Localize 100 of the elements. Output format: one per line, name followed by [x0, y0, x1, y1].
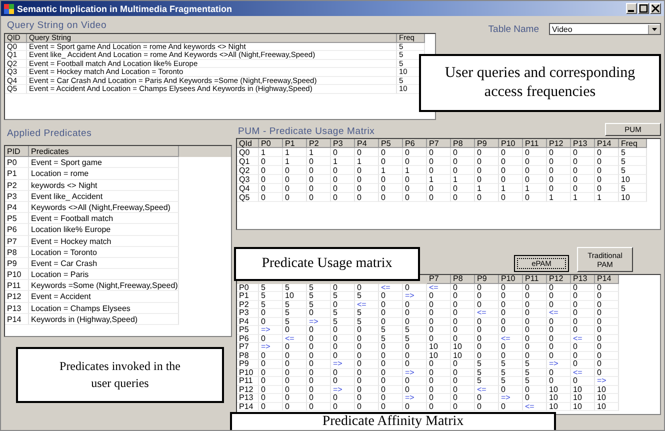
column-header[interactable]: P9 — [475, 139, 499, 148]
table-cell: 0 — [523, 309, 547, 318]
table-cell: keywords <> Night — [29, 180, 179, 191]
column-header[interactable]: P2 — [307, 139, 331, 148]
table-cell: 0 — [595, 148, 619, 157]
table-cell: P9 — [237, 360, 259, 368]
table-cell: 0 — [331, 184, 355, 193]
table-cell: 0 — [547, 334, 571, 343]
column-header[interactable]: P6 — [403, 139, 427, 148]
table-cell: 0 — [475, 334, 499, 343]
table-cell: 0 — [547, 292, 571, 300]
table-cell: 5 — [331, 318, 355, 326]
table-cell: Event like_ Accident — [29, 190, 179, 202]
column-header[interactable]: P5 — [379, 139, 403, 148]
table-cell: P1 — [5, 168, 29, 180]
table-cell: 0 — [571, 175, 595, 184]
column-header[interactable]: P11 — [523, 275, 547, 284]
table-cell: 0 — [571, 326, 595, 334]
arrow-cell: => — [547, 360, 571, 368]
table-cell: 5 — [475, 377, 499, 386]
table-cell: P12 — [237, 386, 259, 394]
table-cell: 10 — [451, 352, 475, 360]
table-cell: 0 — [283, 166, 307, 175]
table-cell: Location like% Europe — [29, 224, 179, 236]
column-header[interactable]: PID — [5, 146, 29, 158]
table-cell: 0 — [451, 386, 475, 394]
table-cell: 0 — [547, 166, 571, 175]
column-header[interactable]: P3 — [331, 139, 355, 148]
table-cell: 1 — [499, 184, 523, 193]
table-cell: P6 — [237, 334, 259, 343]
table-cell: 0 — [595, 300, 619, 309]
table-cell: 5 — [283, 300, 307, 309]
table-cell: Location = rome — [29, 168, 179, 180]
arrow-cell: <= — [427, 284, 451, 292]
table-cell: 0 — [475, 175, 499, 184]
table-cell: 0 — [379, 368, 403, 377]
table-cell: 0 — [403, 157, 427, 166]
table-cell: 0 — [451, 148, 475, 157]
table-cell: 0 — [571, 148, 595, 157]
column-header[interactable]: P11 — [523, 139, 547, 148]
annotation-callout: Predicate Usage matrix — [234, 247, 420, 281]
column-header[interactable]: P1 — [283, 139, 307, 148]
table-cell: Event = Sport game — [29, 157, 179, 168]
table-cell: 0 — [523, 386, 547, 394]
table-cell: 1 — [259, 148, 283, 157]
table-cell: 5 — [283, 309, 307, 318]
column-header[interactable]: Freq — [619, 139, 647, 148]
table-cell: 1 — [571, 193, 595, 202]
close-icon[interactable] — [650, 3, 661, 14]
table-name-dropdown[interactable]: Video — [549, 23, 661, 35]
column-header[interactable]: P14 — [595, 139, 619, 148]
table-cell: 0 — [403, 386, 427, 394]
column-header[interactable]: QId — [237, 139, 259, 148]
table-cell: 5 — [403, 334, 427, 343]
table-cell: P8 — [5, 246, 29, 258]
arrow-cell: <= — [379, 284, 403, 292]
table-cell: 0 — [259, 309, 283, 318]
table-cell: 0 — [427, 334, 451, 343]
column-header[interactable]: P0 — [259, 139, 283, 148]
column-header[interactable]: P4 — [355, 139, 379, 148]
table-cell: 1 — [403, 166, 427, 175]
table-cell: 0 — [595, 343, 619, 352]
column-header[interactable]: P9 — [475, 275, 499, 284]
table-cell: 10 — [595, 386, 619, 394]
table-cell: 5 — [523, 377, 547, 386]
table-cell: 0 — [427, 309, 451, 318]
column-header[interactable]: P8 — [451, 139, 475, 148]
column-header[interactable]: P10 — [499, 275, 523, 284]
column-header[interactable]: P12 — [547, 275, 571, 284]
arrow-cell: => — [595, 377, 619, 386]
table-cell: 5 — [379, 334, 403, 343]
table-cell: 0 — [523, 343, 547, 352]
column-header[interactable]: P7 — [427, 275, 451, 284]
table-cell: Keywords in (Highway,Speed) — [29, 314, 179, 325]
column-header[interactable]: Predicates — [29, 146, 179, 158]
table-cell: Event = Accident — [29, 291, 179, 303]
column-header[interactable]: P8 — [451, 275, 475, 284]
app-icon — [4, 4, 14, 14]
column-header[interactable]: P7 — [427, 139, 451, 148]
arrow-cell: => — [259, 343, 283, 352]
table-cell: 0 — [379, 184, 403, 193]
column-header[interactable]: P13 — [571, 139, 595, 148]
table-cell: 0 — [283, 326, 307, 334]
column-header[interactable]: P10 — [499, 139, 523, 148]
maximize-icon[interactable] — [638, 3, 649, 14]
table-cell: P2 — [237, 300, 259, 309]
table-cell: 0 — [355, 148, 379, 157]
table-cell: Event = Hockey match — [29, 236, 179, 247]
column-header[interactable]: P13 — [571, 275, 595, 284]
table-cell: Q1 — [237, 157, 259, 166]
table-cell: 0 — [499, 386, 523, 394]
table-cell: 0 — [451, 368, 475, 377]
minimize-icon[interactable] — [626, 3, 637, 14]
column-header[interactable]: P12 — [547, 139, 571, 148]
table-cell: 0 — [523, 394, 547, 402]
table-cell: 0 — [571, 318, 595, 326]
table-cell: 5 — [499, 360, 523, 368]
column-header[interactable]: P14 — [595, 275, 619, 284]
table-cell: P11 — [5, 280, 29, 292]
table-cell: 5 — [379, 326, 403, 334]
